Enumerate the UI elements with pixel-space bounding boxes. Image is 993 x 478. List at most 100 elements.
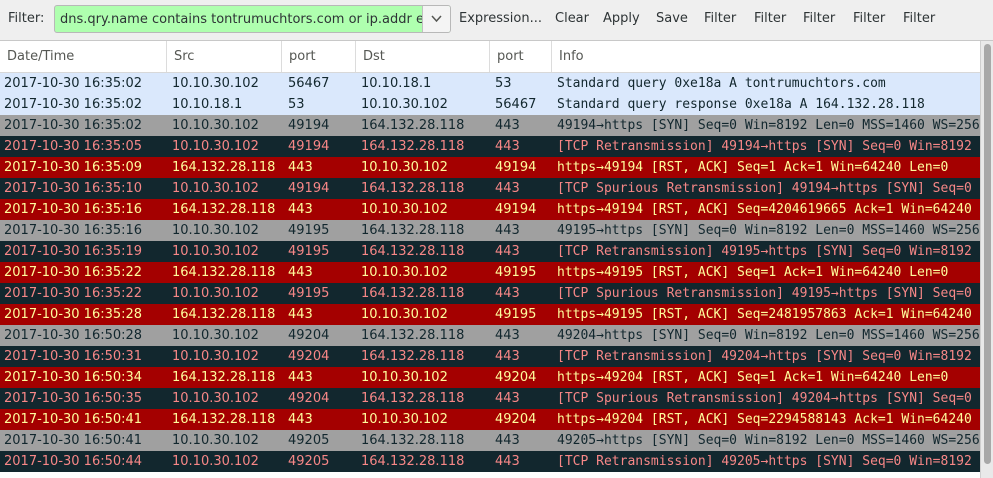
packet-row[interactable]: 2017-10-30 16:35:09 164.132.28.118 443 10.1… bbox=[0, 157, 980, 178]
display-filter-text[interactable]: dns.qry.name contains tontrumuchtors.com… bbox=[60, 12, 424, 27]
packet-info: https→49204 [RST, ACK] Seq=1 Ack=1 Win=6… bbox=[557, 370, 949, 385]
packet-row[interactable]: 2017-10-30 16:50:31 10.10.30.102 49204 164.… bbox=[0, 346, 980, 367]
packet-dst: 10.10.30.102 bbox=[361, 307, 448, 322]
packet-row[interactable]: 2017-10-30 16:35:02 10.10.18.1 53 10.10.30.… bbox=[0, 94, 980, 115]
filter-button-3[interactable]: Filter bbox=[803, 11, 835, 26]
column-header-dst[interactable]: Dst bbox=[356, 41, 490, 72]
packet-dst: 164.132.28.118 bbox=[361, 118, 465, 133]
packet-row[interactable]: 2017-10-30 16:50:34 164.132.28.118 443 10.1… bbox=[0, 367, 980, 388]
packet-row[interactable]: 2017-10-30 16:50:41 164.132.28.118 443 10.1… bbox=[0, 409, 980, 430]
packet-dst-port: 443 bbox=[495, 181, 520, 196]
packet-time: 2017-10-30 16:50:41 bbox=[4, 412, 143, 427]
packet-src-port: 49194 bbox=[288, 139, 330, 154]
packet-info: https→49195 [RST, ACK] Seq=2481957863 Ac… bbox=[557, 307, 972, 322]
packet-dst-port: 49195 bbox=[495, 307, 537, 322]
display-filter-input[interactable]: dns.qry.name contains tontrumuchtors.com… bbox=[54, 5, 451, 33]
packet-src: 10.10.30.102 bbox=[172, 139, 259, 154]
chevron-down-icon bbox=[431, 15, 442, 23]
filter-label: Filter: bbox=[8, 11, 45, 26]
packet-src-port: 49194 bbox=[288, 118, 330, 133]
scrollbar-thumb[interactable] bbox=[984, 44, 991, 464]
packet-src: 10.10.30.102 bbox=[172, 223, 259, 238]
packet-info: https→49194 [RST, ACK] Seq=4204619665 Ac… bbox=[557, 202, 972, 217]
packet-dst-port: 49204 bbox=[495, 370, 537, 385]
packet-time: 2017-10-30 16:35:28 bbox=[4, 307, 143, 322]
packet-dst-port: 49194 bbox=[495, 202, 537, 217]
packet-dst: 10.10.30.102 bbox=[361, 97, 448, 112]
packet-dst-port: 443 bbox=[495, 328, 520, 343]
packet-info: Standard query 0xe18a A tontrumuchtors.c… bbox=[557, 76, 886, 91]
packet-src-port: 443 bbox=[288, 160, 313, 175]
packet-src: 10.10.30.102 bbox=[172, 433, 259, 448]
packet-row[interactable]: 2017-10-30 16:50:44 10.10.30.102 49205 164.… bbox=[0, 451, 980, 472]
packet-info: 49194→https [SYN] Seq=0 Win=8192 Len=0 M… bbox=[557, 118, 980, 133]
expression-button[interactable]: Expression... bbox=[459, 11, 542, 26]
packet-dst-port: 443 bbox=[495, 139, 520, 154]
column-header-src-port[interactable]: port bbox=[282, 41, 356, 72]
column-header-info[interactable]: Info bbox=[552, 41, 980, 72]
packet-dst: 10.10.30.102 bbox=[361, 370, 448, 385]
packet-src-port: 56467 bbox=[288, 76, 330, 91]
packet-dst: 10.10.30.102 bbox=[361, 202, 448, 217]
packet-row[interactable]: 2017-10-30 16:35:16 164.132.28.118 443 10.1… bbox=[0, 199, 980, 220]
filter-button-5[interactable]: Filter bbox=[903, 11, 935, 26]
filter-button-4[interactable]: Filter bbox=[853, 11, 885, 26]
apply-button[interactable]: Apply bbox=[603, 11, 640, 26]
packet-dst-port: 443 bbox=[495, 391, 520, 406]
packet-time: 2017-10-30 16:35:09 bbox=[4, 160, 143, 175]
packet-info: Standard query response 0xe18a A 164.132… bbox=[557, 97, 925, 112]
packet-row[interactable]: 2017-10-30 16:35:05 10.10.30.102 49194 164.… bbox=[0, 136, 980, 157]
packet-row[interactable]: 2017-10-30 16:35:02 10.10.30.102 49194 164.… bbox=[0, 115, 980, 136]
filter-history-dropdown[interactable] bbox=[422, 6, 450, 32]
packet-dst-port: 49195 bbox=[495, 265, 537, 280]
packet-time: 2017-10-30 16:35:02 bbox=[4, 118, 143, 133]
packet-time: 2017-10-30 16:50:31 bbox=[4, 349, 143, 364]
packet-row[interactable]: 2017-10-30 16:35:10 10.10.30.102 49194 164.… bbox=[0, 178, 980, 199]
packet-src: 10.10.30.102 bbox=[172, 118, 259, 133]
column-header-datetime[interactable]: Date/Time bbox=[0, 41, 167, 72]
packet-dst-port: 443 bbox=[495, 349, 520, 364]
filter-button-1[interactable]: Filter bbox=[704, 11, 736, 26]
packet-src-port: 49195 bbox=[288, 244, 330, 259]
packet-info: [TCP Spurious Retransmission] 49204→http… bbox=[557, 391, 972, 406]
packet-time: 2017-10-30 16:35:02 bbox=[4, 76, 143, 91]
packet-src: 164.132.28.118 bbox=[172, 370, 276, 385]
packet-row[interactable]: 2017-10-30 16:35:28 164.132.28.118 443 10.1… bbox=[0, 304, 980, 325]
packet-src: 10.10.30.102 bbox=[172, 286, 259, 301]
packet-time: 2017-10-30 16:35:16 bbox=[4, 223, 143, 238]
packet-src: 10.10.18.1 bbox=[172, 97, 243, 112]
save-button[interactable]: Save bbox=[656, 11, 688, 26]
packet-row[interactable]: 2017-10-30 16:35:22 10.10.30.102 49195 164.… bbox=[0, 283, 980, 304]
packet-row[interactable]: 2017-10-30 16:35:02 10.10.30.102 56467 10.1… bbox=[0, 73, 980, 94]
packet-dst: 10.10.30.102 bbox=[361, 160, 448, 175]
packet-dst: 164.132.28.118 bbox=[361, 328, 465, 343]
packet-dst-port: 443 bbox=[495, 433, 520, 448]
packet-row[interactable]: 2017-10-30 16:50:35 10.10.30.102 49204 164.… bbox=[0, 388, 980, 409]
vertical-scrollbar[interactable] bbox=[980, 41, 993, 478]
packet-dst: 164.132.28.118 bbox=[361, 454, 465, 469]
clear-button[interactable]: Clear bbox=[555, 11, 589, 26]
packet-row[interactable]: 2017-10-30 16:50:28 10.10.30.102 49204 164.… bbox=[0, 325, 980, 346]
packet-info: [TCP Retransmission] 49205→https [SYN] S… bbox=[557, 454, 972, 469]
packet-list: 2017-10-30 16:35:02 10.10.30.102 56467 10.1… bbox=[0, 73, 980, 478]
column-header-src[interactable]: Src bbox=[167, 41, 282, 72]
packet-time: 2017-10-30 16:50:35 bbox=[4, 391, 143, 406]
packet-info: https→49195 [RST, ACK] Seq=1 Ack=1 Win=6… bbox=[557, 265, 949, 280]
packet-dst-port: 443 bbox=[495, 286, 520, 301]
packet-row[interactable]: 2017-10-30 16:35:22 164.132.28.118 443 10.1… bbox=[0, 262, 980, 283]
column-header-dst-port[interactable]: port bbox=[490, 41, 552, 72]
packet-src: 164.132.28.118 bbox=[172, 160, 276, 175]
packet-src-port: 443 bbox=[288, 265, 313, 280]
packet-time: 2017-10-30 16:35:10 bbox=[4, 181, 143, 196]
packet-src-port: 49195 bbox=[288, 286, 330, 301]
packet-time: 2017-10-30 16:50:28 bbox=[4, 328, 143, 343]
packet-dst: 164.132.28.118 bbox=[361, 391, 465, 406]
packet-row[interactable]: 2017-10-30 16:35:19 10.10.30.102 49195 164.… bbox=[0, 241, 980, 262]
packet-row[interactable]: 2017-10-30 16:35:16 10.10.30.102 49195 164.… bbox=[0, 220, 980, 241]
packet-src-port: 49195 bbox=[288, 223, 330, 238]
packet-src-port: 49204 bbox=[288, 391, 330, 406]
packet-dst: 164.132.28.118 bbox=[361, 223, 465, 238]
filter-button-2[interactable]: Filter bbox=[754, 11, 786, 26]
packet-info: 49205→https [SYN] Seq=0 Win=8192 Len=0 M… bbox=[557, 433, 980, 448]
packet-row[interactable]: 2017-10-30 16:50:41 10.10.30.102 49205 164.… bbox=[0, 430, 980, 451]
